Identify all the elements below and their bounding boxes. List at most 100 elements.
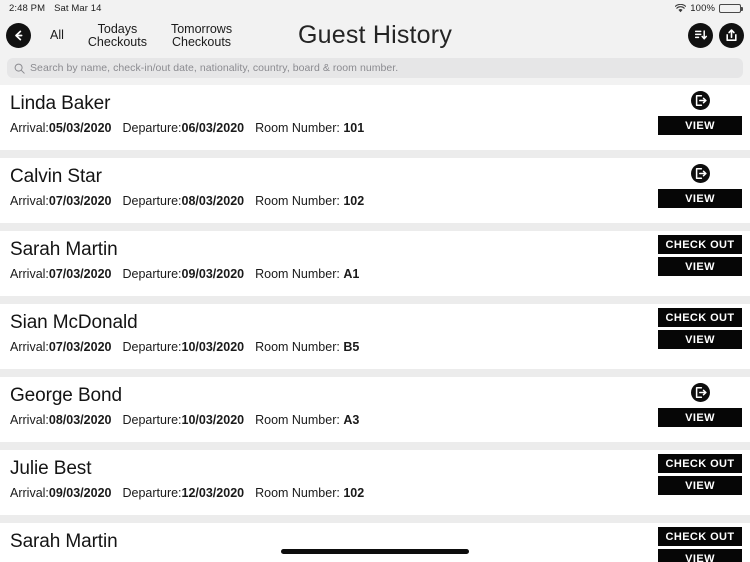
room-label: Room Number: <box>255 267 340 281</box>
arrival-value: 09/03/2020 <box>48 486 112 500</box>
battery-icon <box>719 3 743 13</box>
arrival-label: Arrival: <box>10 194 49 208</box>
check-out-button[interactable]: CHECK OUT <box>658 308 742 327</box>
navbar-actions <box>688 23 744 48</box>
departure-label: Departure: <box>122 486 182 500</box>
departure-value: 10/03/2020 <box>181 340 245 354</box>
guest-details: Arrival:07/03/2020 Departure:09/03/2020 Ro… <box>10 267 740 281</box>
tab-tomorrows-checkouts[interactable]: Tomorrows Checkouts <box>159 23 244 48</box>
guest-name: George Bond <box>10 385 122 406</box>
arrival-value: 07/03/2020 <box>48 267 112 281</box>
departure-value: 12/03/2020 <box>181 486 245 500</box>
room-label: Room Number: <box>255 486 340 500</box>
departure-value: 09/03/2020 <box>181 267 245 281</box>
status-date: Sat Mar 14 <box>54 2 102 14</box>
arrival-value: 07/03/2020 <box>48 194 112 208</box>
view-button[interactable]: VIEW <box>658 257 742 276</box>
search-icon <box>14 63 25 74</box>
exit-door-icon <box>690 90 711 111</box>
status-bar-left: 2:48 PM Sat Mar 14 <box>9 3 102 14</box>
navigation-bar: All Todays Checkouts Tomorrows Checkouts… <box>0 16 750 55</box>
arrival-label: Arrival: <box>10 267 49 281</box>
room-label: Room Number: <box>255 121 340 135</box>
check-out-button[interactable]: CHECK OUT <box>658 454 742 473</box>
guest-card[interactable]: Julie Best Arrival:09/03/2020 Departure:1… <box>0 450 750 515</box>
arrival-value: 07/03/2020 <box>48 340 112 354</box>
search-placeholder: Search by name, check-in/out date, natio… <box>30 62 399 74</box>
exit-door-icon <box>690 382 711 403</box>
status-time: 2:48 PM <box>9 2 46 14</box>
room-value: 101 <box>343 121 365 135</box>
card-actions: CHECK OUT VIEW <box>658 454 742 495</box>
guest-name: Sian McDonald <box>10 312 138 333</box>
arrival-label: Arrival: <box>10 340 49 354</box>
departure-value: 08/03/2020 <box>181 194 245 208</box>
share-button[interactable] <box>719 23 744 48</box>
departure-value: 10/03/2020 <box>181 413 245 427</box>
tab-todays-checkouts[interactable]: Todays Checkouts <box>76 23 159 48</box>
filter-tabs: All Todays Checkouts Tomorrows Checkouts <box>38 23 244 48</box>
search-input[interactable]: Search by name, check-in/out date, natio… <box>7 58 743 78</box>
view-button[interactable]: VIEW <box>658 476 742 495</box>
check-out-button[interactable]: CHECK OUT <box>658 235 742 254</box>
arrival-label: Arrival: <box>10 413 49 427</box>
room-value: A3 <box>343 413 360 427</box>
check-out-button[interactable]: CHECK OUT <box>658 527 742 546</box>
guest-card[interactable]: Linda Baker Arrival:05/03/2020 Departure:… <box>0 85 750 150</box>
share-icon <box>723 27 740 44</box>
guest-card[interactable]: George Bond Arrival:08/03/2020 Departure:… <box>0 377 750 442</box>
back-arrow-icon <box>11 28 26 43</box>
arrival-value: 08/03/2020 <box>48 413 112 427</box>
guest-card[interactable]: Sian McDonald Arrival:07/03/2020 Departur… <box>0 304 750 369</box>
guest-name: Sarah Martin <box>10 239 118 260</box>
guest-details: Arrival:05/03/2020 Departure:06/03/2020 Ro… <box>10 121 740 135</box>
status-bar: 2:48 PM Sat Mar 14 100% <box>0 0 750 16</box>
room-value: B5 <box>343 340 360 354</box>
guest-list[interactable]: Linda Baker Arrival:05/03/2020 Departure:… <box>0 85 750 562</box>
wifi-icon <box>675 3 687 13</box>
back-button[interactable] <box>6 23 31 48</box>
card-actions: VIEW <box>658 89 742 135</box>
guest-card[interactable]: Sarah Martin CHECK OUT VIEW <box>0 523 750 562</box>
view-button[interactable]: VIEW <box>658 549 742 562</box>
guest-name: Linda Baker <box>10 93 111 114</box>
guest-name: Calvin Star <box>10 166 102 187</box>
view-button[interactable]: VIEW <box>658 408 742 427</box>
home-indicator <box>281 549 469 554</box>
room-label: Room Number: <box>255 413 340 427</box>
guest-details: Arrival:07/03/2020 Departure:08/03/2020 Ro… <box>10 194 740 208</box>
view-button[interactable]: VIEW <box>658 189 742 208</box>
room-label: Room Number: <box>255 340 340 354</box>
view-button[interactable]: VIEW <box>658 116 742 135</box>
view-button[interactable]: VIEW <box>658 330 742 349</box>
tab-all[interactable]: All <box>38 29 76 42</box>
arrival-value: 05/03/2020 <box>48 121 112 135</box>
app-screen: 2:48 PM Sat Mar 14 100% All Todays Check… <box>0 0 750 562</box>
departure-label: Departure: <box>122 340 182 354</box>
export-download-icon <box>692 27 709 44</box>
room-value: 102 <box>343 194 365 208</box>
status-bar-right: 100% <box>675 2 743 14</box>
guest-name: Julie Best <box>10 458 92 479</box>
card-actions: CHECK OUT VIEW <box>658 308 742 349</box>
guest-card[interactable]: Sarah Martin Arrival:07/03/2020 Departure… <box>0 231 750 296</box>
guest-details: Arrival:07/03/2020 Departure:10/03/2020 Ro… <box>10 340 740 354</box>
exit-door-icon <box>690 163 711 184</box>
guest-card[interactable]: Calvin Star Arrival:07/03/2020 Departure:… <box>0 158 750 223</box>
departure-label: Departure: <box>122 413 182 427</box>
room-value: A1 <box>343 267 360 281</box>
export-download-button[interactable] <box>688 23 713 48</box>
departure-label: Departure: <box>122 121 182 135</box>
guest-details: Arrival:08/03/2020 Departure:10/03/2020 Ro… <box>10 413 740 427</box>
card-actions: VIEW <box>658 381 742 427</box>
departure-value: 06/03/2020 <box>181 121 245 135</box>
arrival-label: Arrival: <box>10 121 49 135</box>
card-actions: CHECK OUT VIEW <box>658 527 742 562</box>
departure-label: Departure: <box>122 267 182 281</box>
card-actions: VIEW <box>658 162 742 208</box>
room-value: 102 <box>343 486 365 500</box>
room-label: Room Number: <box>255 194 340 208</box>
guest-details: Arrival:09/03/2020 Departure:12/03/2020 Ro… <box>10 486 740 500</box>
battery-percent-label: 100% <box>690 2 715 14</box>
card-actions: CHECK OUT VIEW <box>658 235 742 276</box>
